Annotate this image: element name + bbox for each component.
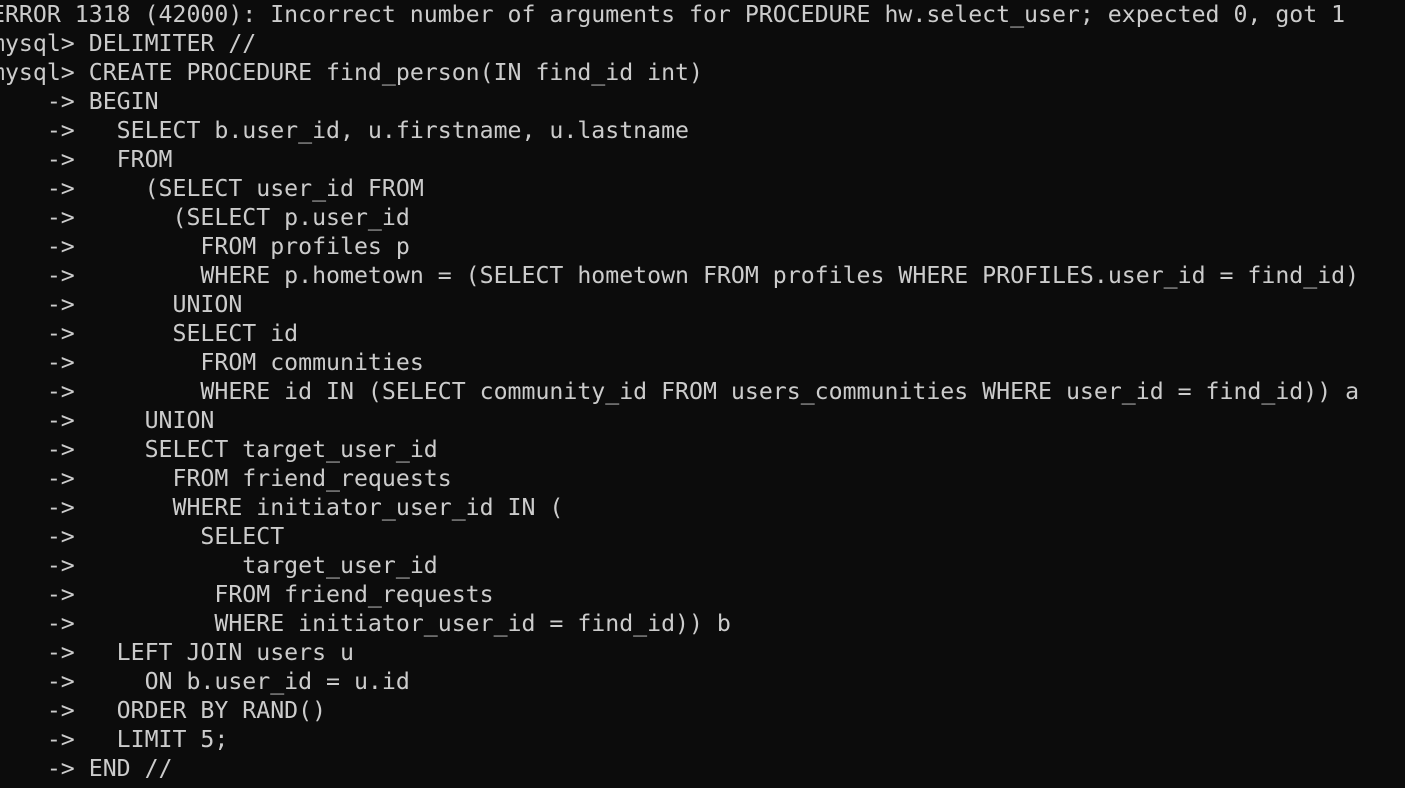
terminal-line: -> SELECT id [0, 319, 1405, 348]
terminal-line: -> SELECT b.user_id, u.firstname, u.last… [0, 116, 1405, 145]
terminal-line: -> FROM profiles p [0, 232, 1405, 261]
line-text: FROM [88, 146, 173, 173]
line-text: FROM communities [88, 349, 424, 376]
line-text: FROM friend_requests [88, 465, 452, 492]
line-prompt: -> [0, 523, 89, 550]
line-text: WHERE initiator_user_id = find_id)) b [88, 610, 731, 637]
line-text: (SELECT user_id FROM [88, 175, 424, 202]
line-prompt: -> [0, 349, 89, 376]
terminal-line: -> BEGIN [0, 87, 1405, 116]
line-prompt: -> [0, 88, 89, 115]
line-text: SELECT id [88, 320, 299, 347]
terminal-line: -> UNION [0, 406, 1405, 435]
line-text: SELECT target_user_id [88, 436, 438, 463]
line-prompt: -> [0, 407, 89, 434]
line-prompt: -> [0, 610, 89, 637]
terminal-line: -> SELECT target_user_id [0, 435, 1405, 464]
line-prompt: -> [0, 668, 89, 695]
line-text: BEGIN [88, 88, 159, 115]
line-text: WHERE initiator_user_id IN ( [88, 494, 564, 521]
terminal-line: -> (SELECT user_id FROM [0, 174, 1405, 203]
line-text: ERROR 1318 (42000): Incorrect number of … [0, 1, 1346, 28]
terminal-line: -> ON b.user_id = u.id [0, 667, 1405, 696]
line-text: DELIMITER // [88, 30, 257, 57]
line-prompt: -> [0, 291, 89, 318]
terminal-line: -> UNION [0, 290, 1405, 319]
line-prompt: -> [0, 639, 89, 666]
line-prompt: -> [0, 755, 89, 782]
line-text: target_user_id [88, 552, 438, 579]
terminal-line: -> WHERE id IN (SELECT community_id FROM… [0, 377, 1405, 406]
line-text: CREATE PROCEDURE find_person(IN find_id … [88, 59, 703, 86]
terminal-line: mysql> DELIMITER // [0, 29, 1405, 58]
line-text: ORDER BY RAND() [88, 697, 327, 724]
line-prompt: -> [0, 175, 89, 202]
terminal-line: -> SELECT [0, 522, 1405, 551]
terminal-line: -> WHERE initiator_user_id = find_id)) b [0, 609, 1405, 638]
line-text: UNION [88, 407, 215, 434]
line-prompt: -> [0, 465, 89, 492]
terminal-line: -> FROM communities [0, 348, 1405, 377]
terminal-line: ERROR 1318 (42000): Incorrect number of … [0, 0, 1405, 29]
terminal-line: -> LEFT JOIN users u [0, 638, 1405, 667]
line-prompt: -> [0, 233, 89, 260]
line-text: FROM profiles p [88, 233, 410, 260]
line-text: LIMIT 5; [88, 726, 229, 753]
line-text: LEFT JOIN users u [88, 639, 354, 666]
line-text: UNION [88, 291, 243, 318]
terminal-line: -> (SELECT p.user_id [0, 203, 1405, 232]
terminal-line: -> FROM friend_requests [0, 464, 1405, 493]
terminal-line: -> ORDER BY RAND() [0, 696, 1405, 725]
line-prompt: -> [0, 378, 89, 405]
line-text: END // [88, 755, 173, 782]
line-prompt: -> [0, 262, 89, 289]
line-prompt: -> [0, 320, 89, 347]
line-prompt: -> [0, 494, 89, 521]
line-prompt: -> [0, 581, 89, 608]
terminal-line: -> target_user_id [0, 551, 1405, 580]
line-text: ON b.user_id = u.id [88, 668, 410, 695]
line-text: SELECT b.user_id, u.firstname, u.lastnam… [88, 117, 690, 144]
line-prompt: mysql> [0, 59, 89, 86]
terminal-line: -> END // [0, 754, 1405, 783]
line-prompt: -> [0, 146, 89, 173]
terminal-line: -> LIMIT 5; [0, 725, 1405, 754]
terminal-output[interactable]: ERROR 1318 (42000): Incorrect number of … [0, 0, 1405, 788]
line-prompt: -> [0, 204, 89, 231]
line-prompt: -> [0, 697, 89, 724]
line-prompt: -> [0, 117, 89, 144]
terminal-line: -> WHERE initiator_user_id IN ( [0, 493, 1405, 522]
terminal-line: mysql> CREATE PROCEDURE find_person(IN f… [0, 58, 1405, 87]
line-prompt: mysql> [0, 30, 89, 57]
terminal-line: -> WHERE p.hometown = (SELECT hometown F… [0, 261, 1405, 290]
line-prompt: -> [0, 726, 89, 753]
line-prompt: -> [0, 552, 89, 579]
terminal-line: -> FROM friend_requests [0, 580, 1405, 609]
line-text: WHERE p.hometown = (SELECT hometown FROM… [88, 262, 1360, 289]
line-text: SELECT [88, 523, 285, 550]
line-text: FROM friend_requests [88, 581, 494, 608]
line-text: WHERE id IN (SELECT community_id FROM us… [88, 378, 1360, 405]
terminal-line: -> FROM [0, 145, 1405, 174]
line-text: (SELECT p.user_id [88, 204, 410, 231]
line-prompt: -> [0, 436, 89, 463]
